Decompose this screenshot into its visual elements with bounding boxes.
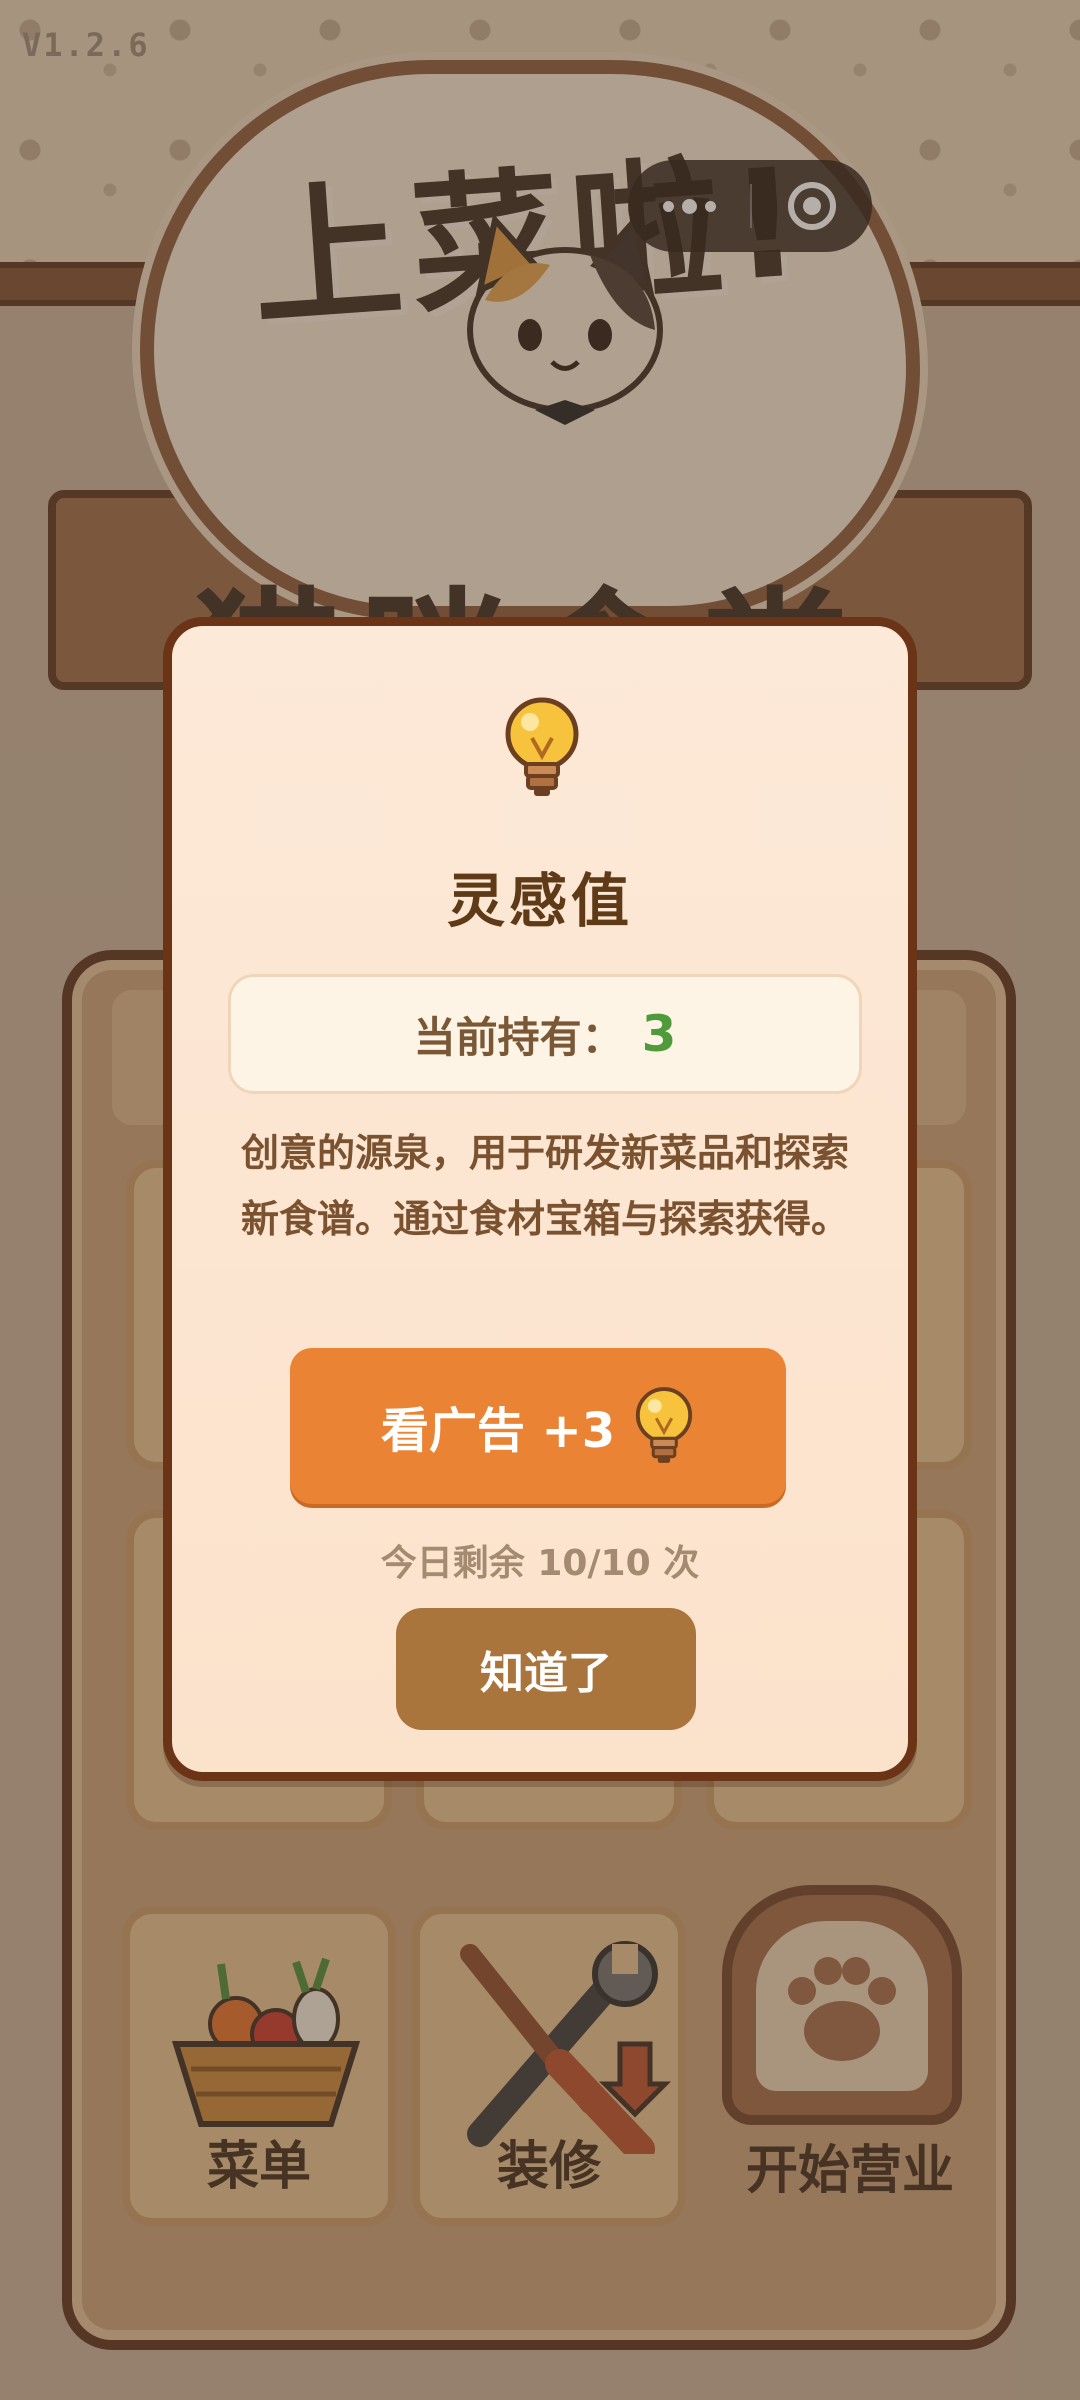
holding-label: 当前持有： (413, 1012, 624, 1062)
holding-value: 3 (641, 1005, 677, 1063)
current-holding-box: 当前持有： 3 (228, 974, 862, 1094)
lightbulb-icon (505, 697, 579, 796)
modal-description: 创意的源泉，用于研发新菜品和探索新食谱。通过食材宝箱与探索获得。 (240, 1131, 849, 1241)
watch-ad-label: 看广告 +3 (380, 1403, 616, 1459)
inspiration-modal: 灵感值 当前持有： 3 创意的源泉，用于研发新菜品和探索新食谱。通过食材宝箱与探… (163, 617, 917, 1781)
got-it-button[interactable]: 知道了 (396, 1608, 696, 1730)
got-it-label: 知道了 (480, 1648, 612, 1699)
watch-ad-button[interactable]: 看广告 +3 (290, 1348, 786, 1504)
lightbulb-icon (636, 1387, 693, 1463)
modal-title: 灵感值 (446, 867, 633, 935)
remaining-count: 今日剩余 10/10 次 (380, 1543, 700, 1584)
